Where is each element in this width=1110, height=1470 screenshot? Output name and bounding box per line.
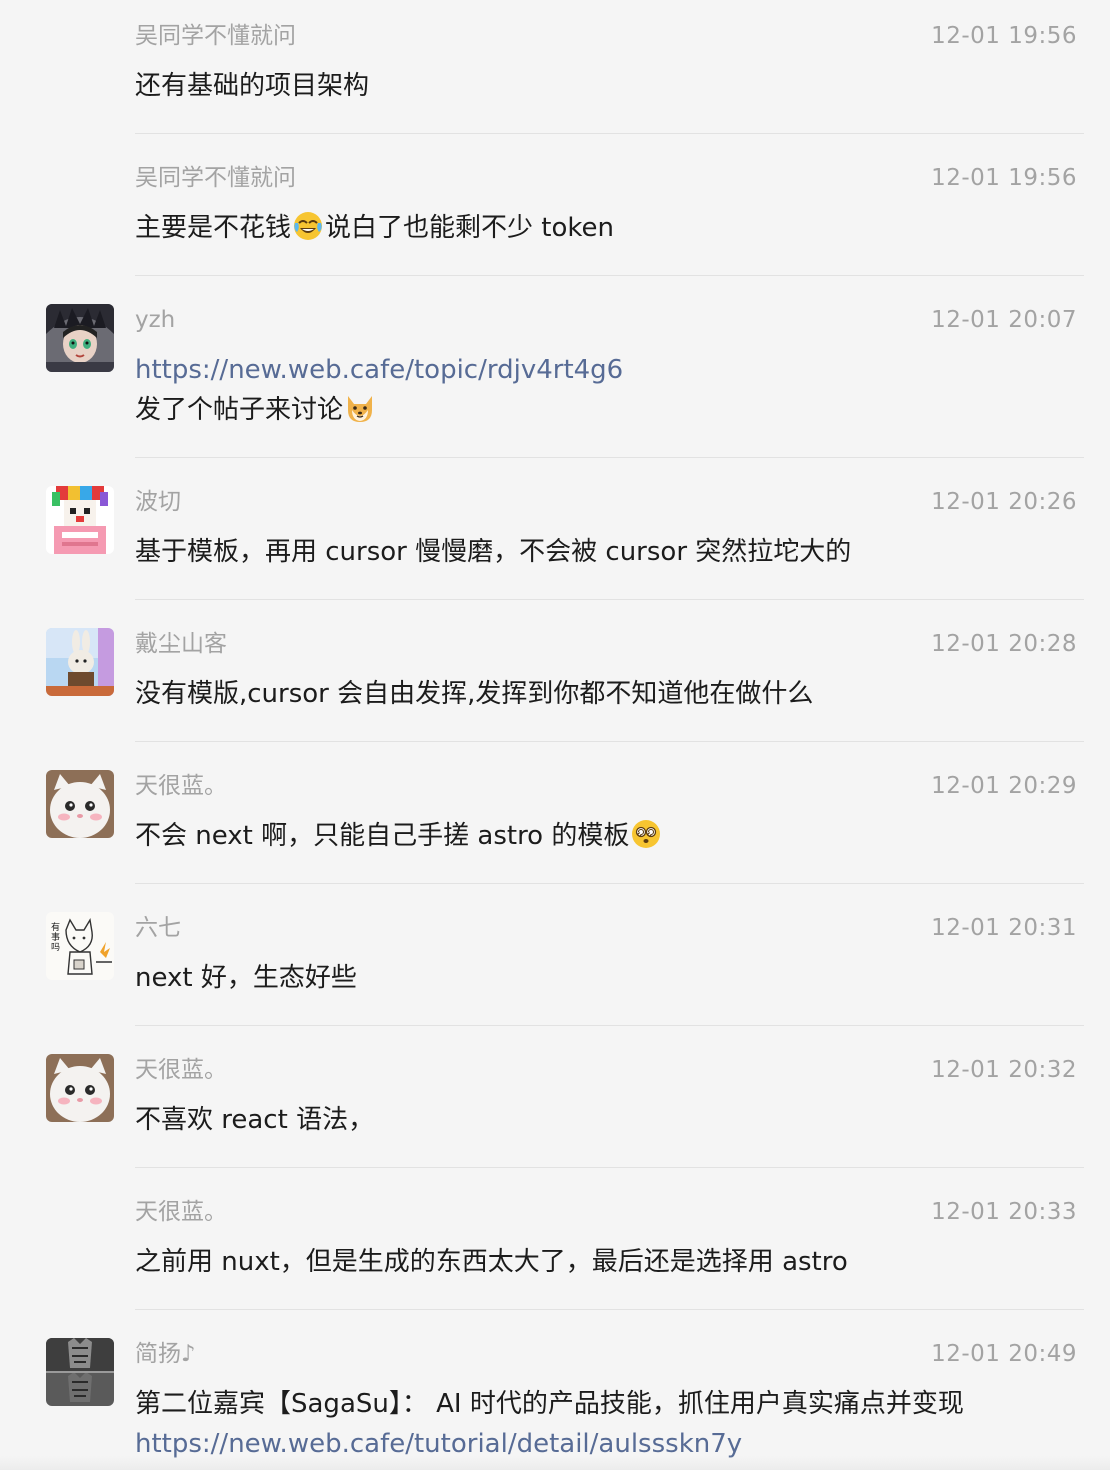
message-line: 发了个帖子来讨论 [135,390,1075,430]
message-text: next 好，生态好些 [135,958,1075,998]
message-timestamp: 12-01 20:31 [931,915,1077,941]
message-timestamp: 12-01 20:29 [931,773,1077,799]
message-line: 主要是不花钱 说白了也能剩不少 token [135,208,1075,248]
message-divider [135,599,1084,600]
message-line: 第二位嘉宾【SagaSu】： AI 时代的产品技能，抓住用户真实痛点并变现 [135,1389,964,1419]
message-text-segment: 主要是不花钱 [135,213,292,243]
sender-name[interactable]: yzh [135,304,175,336]
message-text-segment: 不会 next 啊，只能自己手搓 astro 的模板 [135,821,630,851]
message-timestamp: 12-01 19:56 [931,23,1077,49]
topic-link[interactable]: https://new.web.cafe/topic/rdjv4rt4g6 [135,350,1075,390]
sender-name[interactable]: 六七 [135,912,181,944]
message-divider [135,883,1084,884]
message-timestamp: 12-01 19:56 [931,165,1077,191]
message-text: 第二位嘉宾【SagaSu】： AI 时代的产品技能，抓住用户真实痛点并变现 ht… [135,1384,1075,1464]
message-text: 还有基础的项目架构 [135,66,1075,106]
message-text: 没有模版,cursor 会自由发挥,发挥到你都不知道他在做什么 [135,674,1075,714]
sketch-fox-avatar[interactable]: 有 事 吗 [46,912,114,980]
message-line: 基于模板，再用 cursor 慢慢磨，不会被 cursor 突然拉坨大的 [135,537,852,567]
message-divider [135,275,1084,276]
message-line: 不喜欢 react 语法， [135,1105,375,1135]
message-divider [135,1025,1084,1026]
message-timestamp: 12-01 20:49 [931,1341,1077,1367]
sender-name[interactable]: 吴同学不懂就问 [135,162,296,194]
sender-name[interactable]: 吴同学不懂就问 [135,20,296,52]
message-divider [135,741,1084,742]
message-text: https://new.web.cafe/topic/rdjv4rt4g6 发了… [135,350,1075,430]
message-timestamp: 12-01 20:26 [931,489,1077,515]
message-text: 不喜欢 react 语法， [135,1100,1075,1140]
message-line: 没有模版,cursor 会自由发挥,发挥到你都不知道他在做什么 [135,679,814,709]
message-divider [135,133,1084,134]
message-text: 主要是不花钱 说白了也能剩不少 token [135,208,1075,248]
sender-name[interactable]: 天很蓝。 [135,770,227,802]
svg-text:吗: 吗 [51,942,60,953]
sender-name[interactable]: 天很蓝。 [135,1054,227,1086]
message-timestamp: 12-01 20:33 [931,1199,1077,1225]
message-timestamp: 12-01 20:28 [931,631,1077,657]
svg-text:有: 有 [51,921,60,933]
message-line: 还有基础的项目架构 [135,71,370,101]
pixel-clown-avatar[interactable] [46,486,114,554]
sender-name[interactable]: 天很蓝。 [135,1196,227,1228]
sender-name[interactable]: 波切 [135,486,181,518]
dark-costume-avatar[interactable] [46,304,114,372]
message-divider [135,457,1084,458]
white-cat-avatar[interactable] [46,770,114,838]
message-divider [135,1309,1084,1310]
tiger-reflection-avatar[interactable] [46,1338,114,1406]
message-line: 不会 next 啊，只能自己手搓 astro 的模板 [135,816,1075,856]
message-text: 之前用 nuxt，但是生成的东西太大了，最后还是选择用 astro [135,1242,1075,1282]
chat-message-list: 吴同学不懂就问 12-01 19:56 还有基础的项目架构 吴同学不懂就问 12… [0,0,1110,1470]
tears-of-joy-emoji-icon [292,210,324,242]
white-cat-avatar[interactable] [46,1054,114,1122]
message-text-segment: 说白了也能剩不少 token [325,213,614,243]
rabbit-cartoon-avatar[interactable] [46,628,114,696]
message-divider [135,1167,1084,1168]
sender-name[interactable]: 简扬♪ [135,1338,196,1370]
bottom-scroll-fade [0,1456,1110,1470]
sender-name[interactable]: 戴尘山客 [135,628,227,660]
message-text-segment: 发了个帖子来讨论 [135,395,344,425]
shiba-dog-emoji-icon [344,392,376,424]
message-timestamp: 12-01 20:32 [931,1057,1077,1083]
message-timestamp: 12-01 20:07 [931,307,1077,333]
message-text: 不会 next 啊，只能自己手搓 astro 的模板 [135,816,1075,856]
svg-text:事: 事 [51,931,60,943]
message-text: 基于模板，再用 cursor 慢慢磨，不会被 cursor 突然拉坨大的 [135,532,1075,572]
message-line: next 好，生态好些 [135,963,357,993]
message-line: 之前用 nuxt，但是生成的东西太大了，最后还是选择用 astro [135,1247,848,1277]
dizzy-face-emoji-icon [630,818,662,850]
